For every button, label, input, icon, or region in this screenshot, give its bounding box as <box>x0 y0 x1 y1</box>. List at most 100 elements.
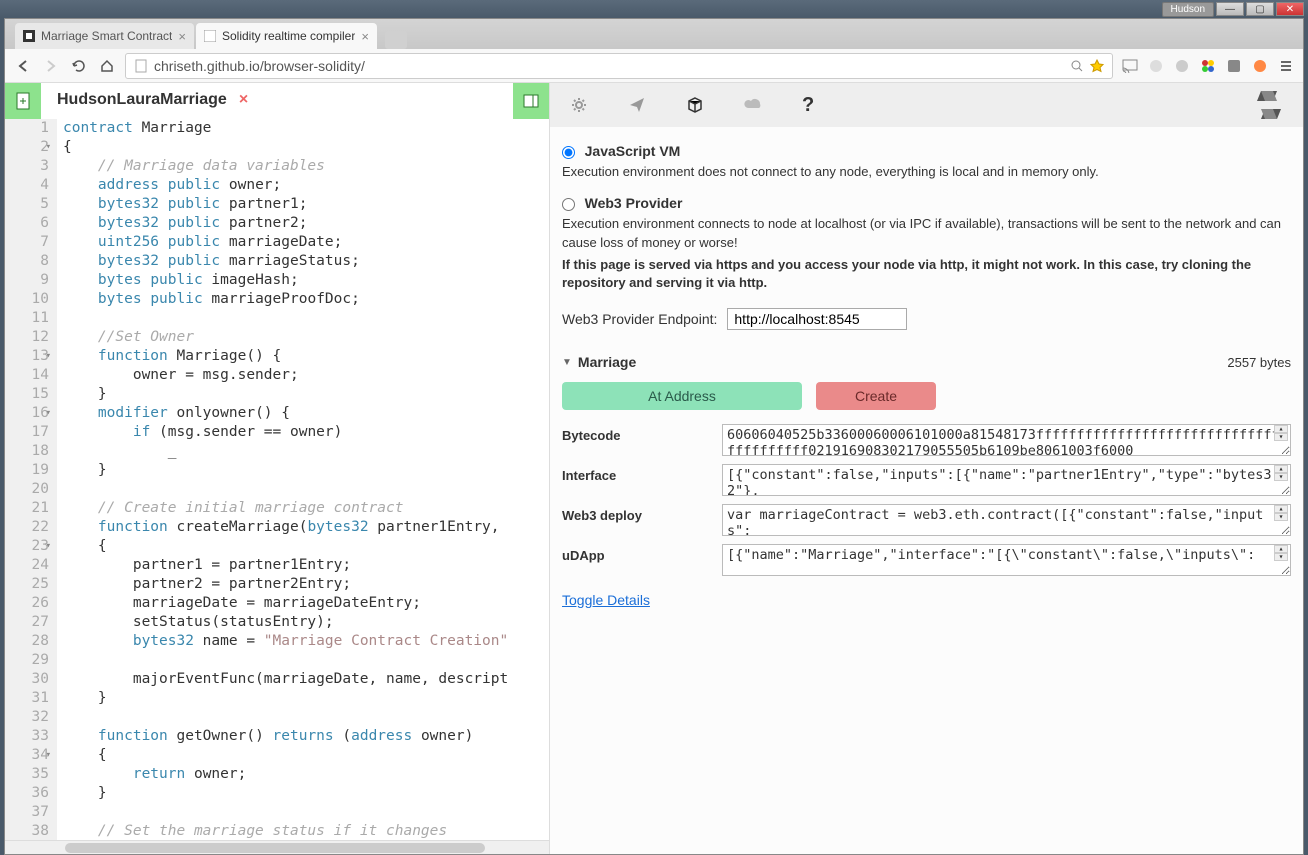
extension-icon-4[interactable] <box>1225 57 1243 75</box>
reload-icon <box>72 59 86 73</box>
udapp-label: uDApp <box>562 544 722 563</box>
horizontal-scrollbar[interactable] <box>5 840 549 854</box>
env-web3-title: Web3 Provider <box>585 195 683 211</box>
spinner-icon[interactable]: ▴▾ <box>1274 425 1288 441</box>
spinner-icon[interactable]: ▴▾ <box>1274 505 1288 521</box>
bytecode-label: Bytecode <box>562 424 722 443</box>
contract-section: ▼ Marriage 2557 bytes At Address Create … <box>562 350 1291 608</box>
browser-toolbar <box>5 49 1303 83</box>
endpoint-label: Web3 Provider Endpoint: <box>562 311 717 327</box>
gear-icon <box>570 96 588 114</box>
env-option-jsvm: JavaScript VM Execution environment does… <box>562 143 1291 181</box>
solidity-logo-icon <box>1255 87 1283 123</box>
file-tab[interactable]: HudsonLauraMarriage × <box>41 83 513 119</box>
page-icon <box>134 59 148 73</box>
endpoint-row: Web3 Provider Endpoint: <box>562 308 1291 330</box>
cast-icon[interactable] <box>1121 57 1139 75</box>
tab-title: Solidity realtime compiler <box>222 29 355 43</box>
extension-icon-1[interactable] <box>1147 57 1165 75</box>
code-content[interactable]: contract Marriage { // Marriage data var… <box>57 119 549 840</box>
tab-favicon-icon <box>23 30 35 42</box>
home-button[interactable] <box>97 56 117 76</box>
compiler-panel: ? JavaScript VM Execution environment do… <box>550 83 1303 854</box>
udapp-output[interactable]: [{"name":"Marriage","interface":"[{\"con… <box>722 544 1291 576</box>
output-row-bytecode: Bytecode 60606040525b33600060006101000a8… <box>562 424 1291 456</box>
compiler-body: JavaScript VM Execution environment does… <box>550 127 1303 624</box>
spinner-icon[interactable]: ▴▾ <box>1274 545 1288 561</box>
editor-panel: HudsonLauraMarriage × 12▾345678910111213… <box>5 83 550 854</box>
output-row-interface: Interface [{"constant":false,"inputs":[{… <box>562 464 1291 496</box>
menu-button[interactable] <box>1277 57 1295 75</box>
bytecode-output[interactable]: 60606040525b33600060006101000a81548173ff… <box>722 424 1291 456</box>
file-tab-name: HudsonLauraMarriage <box>57 91 227 109</box>
web3deploy-label: Web3 deploy <box>562 504 722 523</box>
env-web3-desc: Execution environment connects to node a… <box>562 215 1291 251</box>
browser-window: Marriage Smart Contract × Solidity realt… <box>4 18 1304 855</box>
contract-actions: At Address Create <box>562 382 1291 410</box>
interface-label: Interface <box>562 464 722 483</box>
env-web3-radio[interactable] <box>562 198 575 211</box>
env-web3-warning: If this page is served via https and you… <box>562 256 1291 292</box>
paper-plane-icon <box>628 96 646 114</box>
zoom-icon[interactable] <box>1070 59 1084 73</box>
arrow-left-icon <box>16 59 30 73</box>
extension-icon-3[interactable] <box>1199 57 1217 75</box>
contract-bytes: 2557 bytes <box>1227 355 1291 370</box>
url-bar[interactable] <box>125 53 1113 79</box>
star-icon[interactable] <box>1090 59 1104 73</box>
new-file-button[interactable] <box>5 83 41 119</box>
browser-tab-0[interactable]: Marriage Smart Contract × <box>15 23 194 49</box>
collapse-triangle-icon: ▼ <box>562 357 572 368</box>
output-row-udapp: uDApp [{"name":"Marriage","interface":"[… <box>562 544 1291 576</box>
tab-close-icon[interactable]: × <box>178 29 186 44</box>
cloud-upload-icon <box>744 96 762 114</box>
close-button[interactable]: ✕ <box>1276 2 1304 16</box>
line-gutter: 12▾345678910111213▾141516▾17181920212223… <box>5 119 57 840</box>
arrow-right-icon <box>44 59 58 73</box>
settings-tab-icon[interactable] <box>570 96 588 114</box>
os-titlebar: Hudson — ▢ ✕ <box>0 0 1308 18</box>
back-button[interactable] <box>13 56 33 76</box>
publish-tab-icon[interactable] <box>744 96 762 114</box>
compiler-tabs: ? <box>550 83 1303 127</box>
contract-header[interactable]: ▼ Marriage 2557 bytes <box>562 350 1291 374</box>
new-tab-button[interactable] <box>385 31 407 49</box>
env-web3-label[interactable]: Web3 Provider <box>562 196 682 211</box>
tab-strip: Marriage Smart Contract × Solidity realt… <box>5 19 1303 49</box>
file-tab-close-icon[interactable]: × <box>239 91 248 109</box>
interface-output[interactable]: [{"constant":false,"inputs":[{"name":"pa… <box>722 464 1291 496</box>
tab-close-icon[interactable]: × <box>361 29 369 44</box>
spinner-icon[interactable]: ▴▾ <box>1274 465 1288 481</box>
file-plus-icon <box>15 92 31 110</box>
browser-tab-1[interactable]: Solidity realtime compiler × <box>196 23 377 49</box>
at-address-button[interactable]: At Address <box>562 382 802 410</box>
output-row-web3deploy: Web3 deploy var marriageContract = web3.… <box>562 504 1291 536</box>
contract-name: Marriage <box>578 354 636 370</box>
send-tab-icon[interactable] <box>628 96 646 114</box>
extension-icon-2[interactable] <box>1173 57 1191 75</box>
tab-favicon-icon <box>204 30 216 42</box>
extension-icon-5[interactable] <box>1251 57 1269 75</box>
env-jsvm-desc: Execution environment does not connect t… <box>562 163 1291 181</box>
env-jsvm-radio[interactable] <box>562 146 575 159</box>
url-input[interactable] <box>154 58 1064 74</box>
maximize-button[interactable]: ▢ <box>1246 2 1274 16</box>
create-button[interactable]: Create <box>816 382 936 410</box>
env-jsvm-title: JavaScript VM <box>585 143 681 159</box>
scrollbar-thumb[interactable] <box>65 843 485 853</box>
code-editor[interactable]: 12▾345678910111213▾141516▾17181920212223… <box>5 119 549 840</box>
reload-button[interactable] <box>69 56 89 76</box>
contract-tab-icon[interactable] <box>686 96 704 114</box>
os-user-badge: Hudson <box>1162 2 1214 17</box>
toggle-details-link[interactable]: Toggle Details <box>562 592 650 608</box>
editor-header: HudsonLauraMarriage × <box>5 83 549 119</box>
help-tab-icon[interactable]: ? <box>802 94 814 117</box>
toggle-panel-button[interactable] <box>513 83 549 119</box>
home-icon <box>100 59 114 73</box>
endpoint-input[interactable] <box>727 308 907 330</box>
env-jsvm-label[interactable]: JavaScript VM <box>562 144 680 159</box>
web3deploy-output[interactable]: var marriageContract = web3.eth.contract… <box>722 504 1291 536</box>
env-option-web3: Web3 Provider Execution environment conn… <box>562 195 1291 292</box>
forward-button[interactable] <box>41 56 61 76</box>
minimize-button[interactable]: — <box>1216 2 1244 16</box>
